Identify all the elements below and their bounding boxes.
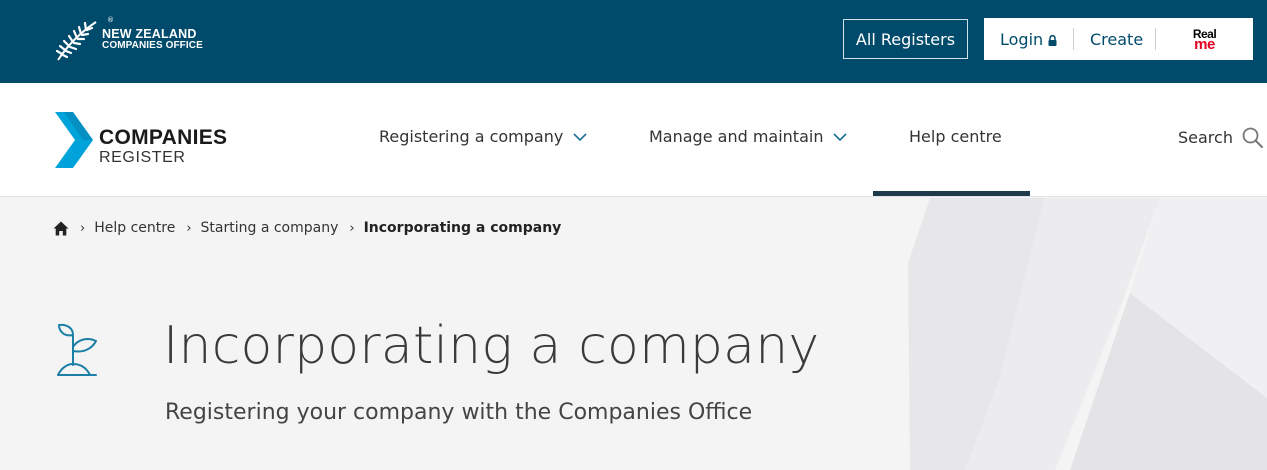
page-hero: › Help centre › Starting a company › Inc… bbox=[0, 198, 1267, 470]
registered-mark: ® bbox=[107, 16, 114, 24]
nav-label: Help centre bbox=[909, 127, 1002, 146]
nz-logo-text: NEW ZEALAND COMPANIES OFFICE bbox=[102, 28, 203, 52]
silver-fern-icon bbox=[55, 21, 97, 61]
nz-companies-office-logo[interactable]: NEW ZEALAND COMPANIES OFFICE ® bbox=[52, 16, 203, 62]
realme-login-button[interactable]: Real me bbox=[1156, 18, 1253, 60]
login-link[interactable]: Login bbox=[984, 18, 1073, 60]
page-subtitle: Registering your company with the Compan… bbox=[165, 400, 753, 425]
chevron-down-icon bbox=[833, 132, 848, 141]
nav-help-centre[interactable]: Help centre bbox=[909, 127, 1002, 146]
search-icon bbox=[1242, 127, 1263, 148]
lock-icon bbox=[1048, 34, 1057, 46]
breadcrumb: › Help centre › Starting a company › Inc… bbox=[53, 220, 561, 236]
sprout-icon bbox=[57, 323, 97, 376]
login-label: Login bbox=[1000, 29, 1044, 49]
search-label: Search bbox=[1178, 128, 1233, 147]
breadcrumb-starting-a-company[interactable]: Starting a company bbox=[201, 220, 339, 236]
logo-companies: COMPANIES bbox=[99, 126, 228, 149]
main-navigation: COMPANIES REGISTER Registering a company… bbox=[0, 83, 1267, 197]
home-icon[interactable] bbox=[53, 221, 69, 236]
chevron-down-icon bbox=[573, 132, 587, 141]
page-title: Incorporating a company bbox=[163, 316, 820, 376]
top-header-bar: NEW ZEALAND COMPANIES OFFICE ® All Regis… bbox=[0, 0, 1267, 83]
breadcrumb-help-centre[interactable]: Help centre bbox=[94, 220, 175, 236]
auth-links-box: Login Create Real me bbox=[984, 18, 1253, 60]
nav-label: Manage and maintain bbox=[649, 127, 824, 146]
nav-label: Registering a company bbox=[379, 127, 564, 146]
create-label: Create bbox=[1090, 29, 1144, 49]
search-button[interactable]: Search bbox=[1178, 127, 1263, 148]
nav-manage-and-maintain[interactable]: Manage and maintain bbox=[649, 127, 848, 146]
create-link[interactable]: Create bbox=[1074, 18, 1155, 60]
realme-logo-me: me bbox=[1194, 35, 1215, 53]
breadcrumb-separator: › bbox=[80, 220, 86, 236]
nav-registering-a-company[interactable]: Registering a company bbox=[379, 127, 587, 146]
companies-register-text: COMPANIES REGISTER bbox=[99, 127, 227, 168]
logo-register: REGISTER bbox=[99, 149, 186, 166]
all-registers-button[interactable]: All Registers bbox=[843, 19, 968, 59]
nz-logo-line1: NEW ZEALAND bbox=[102, 27, 197, 41]
nz-logo-line2: COMPANIES OFFICE bbox=[102, 40, 203, 51]
chevron-logo-icon bbox=[55, 112, 93, 168]
breadcrumb-separator: › bbox=[349, 220, 355, 236]
companies-register-logo[interactable]: COMPANIES REGISTER bbox=[53, 112, 227, 168]
active-nav-indicator bbox=[873, 191, 1030, 196]
breadcrumb-current: Incorporating a company bbox=[363, 220, 562, 236]
breadcrumb-separator: › bbox=[186, 220, 192, 236]
